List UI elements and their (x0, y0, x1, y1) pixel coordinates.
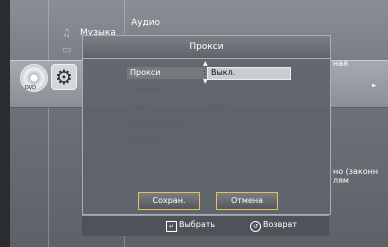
return-icon: ↺ (250, 221, 261, 232)
cancel-button[interactable]: Отмена (216, 192, 278, 210)
arrow-up-icon[interactable]: ▲ (203, 60, 208, 67)
photo-icon: ▭ (62, 45, 72, 56)
save-button[interactable]: Сохран. (138, 192, 200, 210)
menu-item-fragment: ная (333, 59, 348, 68)
hint-bar: ↵ Выбрать ↺ Возврат (82, 215, 329, 236)
row-label-user[interactable]: Пользователь (130, 119, 189, 128)
row-separator: : (203, 136, 206, 145)
row-value-port[interactable]: 8080 (207, 102, 227, 111)
row-label-port[interactable]: Порт (130, 102, 151, 111)
audio-menu-label: Аудио (131, 18, 161, 28)
row-separator: : (203, 102, 206, 111)
proxy-dialog: Прокси ▲ ▼ Прокси : Выкл. Сервер : Порт … (82, 35, 331, 215)
row-value-proxy[interactable]: Выкл. (211, 68, 235, 77)
dialog-title: Прокси (83, 36, 330, 59)
row-label-password[interactable]: Пароль (130, 136, 161, 145)
back-hint: Возврат (263, 220, 297, 229)
menu-text-fragment: но (законн лям (333, 167, 379, 185)
enter-icon: ↵ (166, 221, 177, 232)
chevron-right-icon: ► (372, 82, 377, 89)
gear-icon[interactable]: ⚙ (51, 64, 77, 90)
dvd-label: DVD (25, 85, 37, 91)
music-icon: ♫ (62, 28, 71, 39)
select-hint: Выбрать (179, 220, 216, 229)
row-label-server[interactable]: Сервер (130, 86, 160, 95)
arrow-down-icon[interactable]: ▼ (203, 78, 208, 85)
row-label-proxy[interactable]: Прокси (130, 68, 160, 77)
row-separator: : (203, 119, 206, 128)
left-edge (0, 0, 10, 247)
column-divider (48, 0, 49, 247)
row-separator: : (203, 68, 206, 77)
row-separator: : (203, 86, 206, 95)
